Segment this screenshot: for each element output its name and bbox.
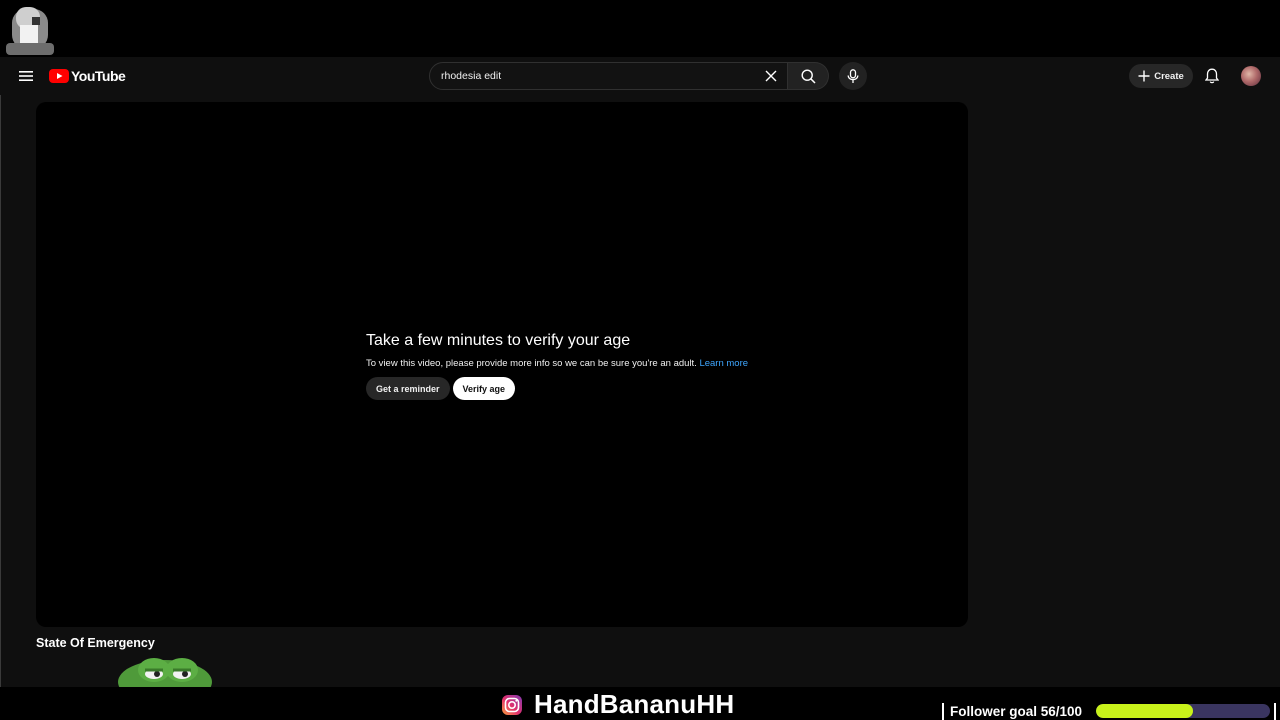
verify-title: Take a few minutes to verify your age	[366, 332, 631, 349]
search-input[interactable]	[430, 69, 759, 83]
verify-description-text: To view this video, please provide more …	[366, 358, 697, 369]
video-player[interactable]: Take a few minutes to verify your age To…	[36, 102, 968, 627]
menu-icon	[19, 71, 33, 81]
voice-search-button[interactable]	[839, 62, 867, 90]
learn-more-link[interactable]: Learn more	[699, 358, 748, 369]
follower-goal-label: Follower goal 56/100	[950, 704, 1083, 719]
masthead: YouTube Create	[0, 57, 1280, 95]
bell-icon	[1205, 68, 1219, 84]
verify-actions: Get a reminder Verify age	[366, 377, 748, 400]
notifications-button[interactable]	[1202, 65, 1222, 87]
streamer-avatar-icon	[6, 7, 54, 55]
guide-menu-button[interactable]	[14, 65, 38, 87]
plus-icon	[1138, 70, 1150, 82]
video-title: State Of Emergency	[36, 636, 155, 650]
verify-description: To view this video, please provide more …	[366, 357, 748, 371]
create-label: Create	[1154, 70, 1184, 82]
youtube-play-icon	[49, 69, 69, 83]
youtube-logo[interactable]: YouTube	[49, 67, 126, 85]
age-verification-panel: Take a few minutes to verify your age To…	[366, 331, 748, 400]
social-handle: HandBananuHH	[534, 689, 735, 719]
search-icon	[800, 68, 816, 84]
verify-age-button[interactable]: Verify age	[452, 377, 516, 400]
search-box	[429, 62, 788, 90]
logo-text: YouTube	[71, 68, 126, 84]
get-reminder-button[interactable]: Get a reminder	[366, 377, 450, 400]
account-avatar[interactable]	[1241, 66, 1261, 86]
stream-overlay-top	[0, 0, 1280, 57]
follower-goal-divider-right	[1274, 703, 1276, 720]
instagram-icon	[502, 695, 522, 715]
clear-search-button[interactable]	[759, 64, 783, 88]
search-button[interactable]	[788, 62, 829, 90]
stream-overlay-bottom: HandBananuHH Follower goal 56/100	[0, 687, 1280, 720]
follower-goal-progress-fill	[1096, 704, 1194, 718]
close-icon	[765, 70, 777, 82]
mic-icon	[847, 68, 859, 83]
follower-goal-divider-left	[942, 703, 944, 720]
frog-emote-icon	[118, 658, 212, 688]
create-button[interactable]: Create	[1129, 64, 1193, 88]
follower-goal-progress-bar	[1096, 704, 1270, 718]
left-divider	[0, 95, 1, 687]
